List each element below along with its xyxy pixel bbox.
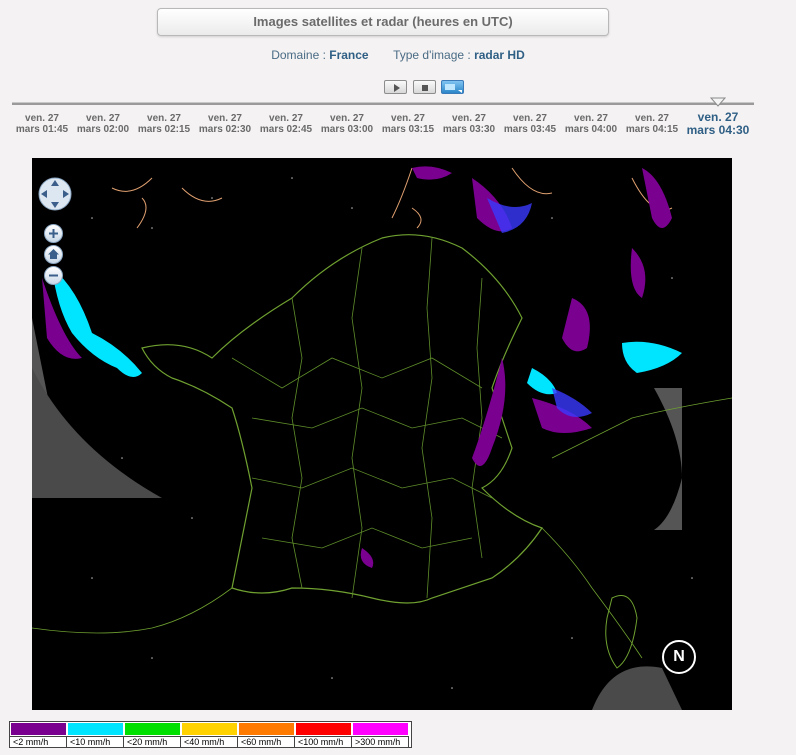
- timeline-tick[interactable]: ven. 27 mars 04:30: [683, 111, 753, 137]
- timeline-tick-day: ven. 27: [86, 113, 120, 124]
- legend-item: >300 mm/h: [352, 722, 409, 747]
- image-type-value[interactable]: radar HD: [474, 48, 525, 62]
- map-pan-control[interactable]: [37, 176, 73, 212]
- legend-item: <10 mm/h: [67, 722, 124, 747]
- timeline-tick-time: mars 01:45: [15, 124, 69, 135]
- image-icon: [445, 84, 462, 93]
- zoom-home-button[interactable]: [44, 245, 63, 264]
- timeline-tick-time: mars 02:15: [137, 124, 191, 135]
- timeline-tick-day: ven. 27: [635, 113, 669, 124]
- zoom-in-button[interactable]: [44, 224, 63, 243]
- timeline-tick[interactable]: ven. 27 mars 01:45: [12, 113, 72, 135]
- timeline-tick[interactable]: ven. 27 mars 03:00: [317, 113, 377, 135]
- stop-icon: [422, 85, 428, 91]
- legend-label: <100 mm/h: [295, 736, 352, 747]
- legend-label: <20 mm/h: [124, 736, 181, 747]
- legend-swatch: [353, 723, 408, 735]
- page-title: Images satellites et radar (heures en UT…: [157, 8, 609, 36]
- legend-item: <60 mm/h: [238, 722, 295, 747]
- timeline-tick-time: mars 03:30: [442, 124, 496, 135]
- timeline-track[interactable]: [12, 102, 754, 105]
- timeline-tick-time: mars 02:45: [259, 124, 313, 135]
- timeline-tick-time: mars 02:00: [76, 124, 130, 135]
- timeline-tick-day: ven. 27: [330, 113, 364, 124]
- timeline-tick-day: ven. 27: [269, 113, 303, 124]
- timeline-tick[interactable]: ven. 27 mars 02:45: [256, 113, 316, 135]
- selection-bar: Domaine : France Type d'image : radar HD: [0, 48, 796, 62]
- timeline-tick-day: ven. 27: [513, 113, 547, 124]
- timeline-tick-time: mars 04:15: [625, 124, 679, 135]
- legend-swatch: [68, 723, 123, 735]
- precipitation-legend: <2 mm/h <10 mm/h <20 mm/h <40 mm/h <60 mm/h <…: [9, 721, 412, 748]
- timeline-tick-time: mars 02:30: [198, 124, 252, 135]
- timeline-tick-day: ven. 27: [25, 113, 59, 124]
- radar-map[interactable]: N: [32, 158, 732, 710]
- timeline-tick-time: mars 04:30: [686, 123, 750, 137]
- timeline-tick[interactable]: ven. 27 mars 04:00: [561, 113, 621, 135]
- legend-label: <40 mm/h: [181, 736, 238, 747]
- map-zoom-control: [44, 224, 63, 287]
- home-icon: [48, 249, 59, 259]
- minus-icon: [49, 274, 58, 277]
- timeline-tick-day: ven. 27: [208, 113, 242, 124]
- legend-label: >300 mm/h: [352, 736, 409, 747]
- legend-item: <2 mm/h: [10, 722, 67, 747]
- image-type-label: Type d'image :: [393, 48, 475, 62]
- image-view-button[interactable]: [441, 80, 464, 94]
- legend-swatch: [239, 723, 294, 735]
- legend-swatch: [11, 723, 66, 735]
- timeline-tick-day: ven. 27: [574, 113, 608, 124]
- timeline-tick-time: mars 03:15: [381, 124, 435, 135]
- legend-swatch: [182, 723, 237, 735]
- timeline-tick[interactable]: ven. 27 mars 02:00: [73, 113, 133, 135]
- timeline-tick-day: ven. 27: [147, 113, 181, 124]
- timeline-tick-time: mars 03:00: [320, 124, 374, 135]
- legend-label: <2 mm/h: [10, 736, 67, 747]
- legend-swatch: [125, 723, 180, 735]
- legend-label: <60 mm/h: [238, 736, 295, 747]
- timeline-tick[interactable]: ven. 27 mars 02:30: [195, 113, 255, 135]
- timeline-tick[interactable]: ven. 27 mars 03:15: [378, 113, 438, 135]
- timeline-slider-handle[interactable]: [710, 97, 726, 107]
- timeline-tick-day: ven. 27: [452, 113, 486, 124]
- timeline-tick[interactable]: ven. 27 mars 03:45: [500, 113, 560, 135]
- play-button[interactable]: [384, 80, 407, 94]
- domain-label: Domaine :: [271, 48, 330, 62]
- timeline-tick[interactable]: ven. 27 mars 02:15: [134, 113, 194, 135]
- legend-item: <20 mm/h: [124, 722, 181, 747]
- legend-swatch: [296, 723, 351, 735]
- pan-arrows-icon: [38, 177, 72, 211]
- zoom-out-button[interactable]: [44, 266, 63, 285]
- timeline-ticks: ven. 27 mars 01:45 ven. 27 mars 02:00 ven. 2…: [0, 111, 796, 143]
- timeline-tick[interactable]: ven. 27 mars 04:15: [622, 113, 682, 135]
- timeline-tick-day: ven. 27: [391, 113, 425, 124]
- legend-item: <100 mm/h: [295, 722, 352, 747]
- timeline-tick-time: mars 03:45: [503, 124, 557, 135]
- north-arrow-icon: N: [662, 640, 696, 674]
- timeline-tick-time: mars 04:00: [564, 124, 618, 135]
- stop-button[interactable]: [413, 80, 436, 94]
- domain-value[interactable]: France: [329, 48, 368, 62]
- legend-item: <40 mm/h: [181, 722, 238, 747]
- timeline-tick[interactable]: ven. 27 mars 03:30: [439, 113, 499, 135]
- play-icon: [394, 84, 400, 92]
- legend-label: <10 mm/h: [67, 736, 124, 747]
- radar-map-canvas: [32, 166, 732, 710]
- plus-icon: [49, 229, 58, 238]
